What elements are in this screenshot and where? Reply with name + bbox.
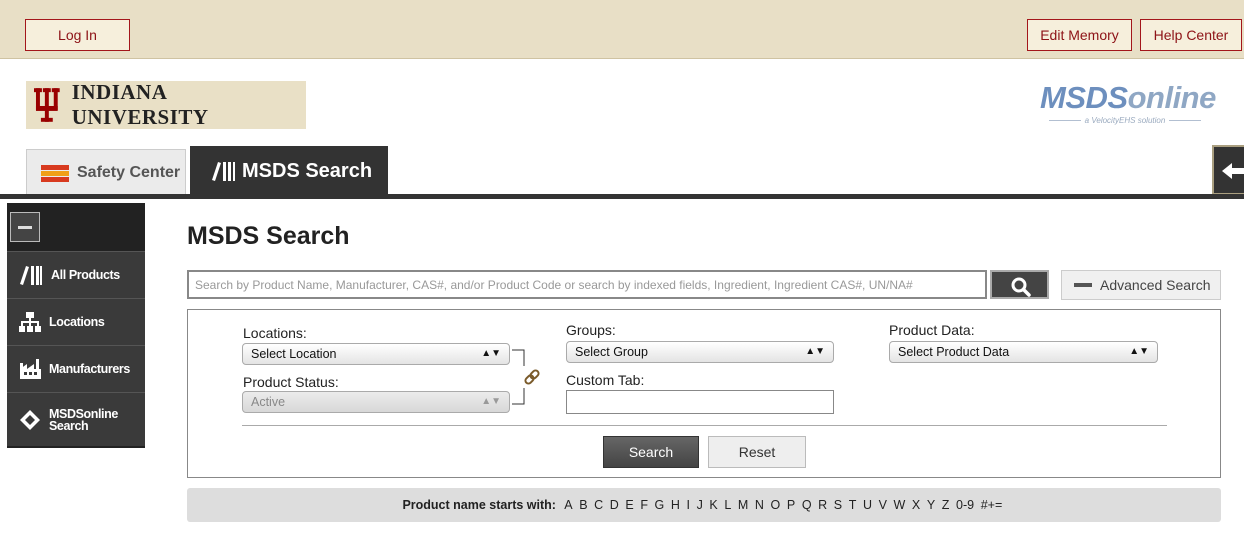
search-submit-button[interactable] bbox=[990, 270, 1049, 299]
select-arrows-icon: ▲▼ bbox=[1129, 346, 1149, 357]
alphabet-letter[interactable]: I bbox=[687, 498, 690, 512]
locations-select-value: Select Location bbox=[251, 347, 337, 361]
alphabet-letter[interactable]: F bbox=[640, 498, 648, 512]
alphabet-letter[interactable]: 0-9 bbox=[956, 498, 974, 512]
select-arrows-icon: ▲▼ bbox=[481, 348, 501, 359]
product-status-select-value: Active bbox=[251, 395, 286, 409]
alphabet-letter[interactable]: O bbox=[771, 498, 781, 512]
advanced-search-button[interactable]: Advanced Search bbox=[1061, 270, 1221, 300]
alphabet-letter[interactable]: D bbox=[610, 498, 619, 512]
product-status-select[interactable]: Active ▲▼ bbox=[242, 391, 510, 413]
sidebar-item-all-products[interactable]: All Products bbox=[7, 251, 145, 298]
product-status-label: Product Status: bbox=[243, 374, 339, 390]
alphabet-letter[interactable]: U bbox=[863, 498, 872, 512]
university-name: INDIANA UNIVERSITY bbox=[71, 80, 209, 129]
arrow-left-icon bbox=[1222, 163, 1244, 179]
filter-search-button[interactable]: Search bbox=[603, 436, 699, 468]
groups-select-value: Select Group bbox=[575, 345, 648, 359]
sidebar-item-msdsonline-search[interactable]: MSDSonline Search bbox=[7, 392, 145, 446]
select-arrows-icon: ▲▼ bbox=[805, 346, 825, 357]
select-arrows-icon: ▲▼ bbox=[481, 396, 501, 407]
alphabet-label: Product name starts with: bbox=[402, 498, 556, 512]
alphabet-filter-bar: Product name starts with: ABCDEFGHIJKLMN… bbox=[187, 488, 1221, 522]
panel-toggle-button[interactable] bbox=[1212, 145, 1244, 195]
alphabet-letter[interactable]: Z bbox=[942, 498, 950, 512]
indiana-university-logo: INDIANA UNIVERSITY bbox=[26, 80, 306, 129]
msdsonline-logo: MSDSonline a VelocityEHS solution bbox=[1040, 80, 1220, 130]
iu-trident-icon bbox=[34, 88, 60, 122]
alphabet-letter[interactable]: T bbox=[849, 498, 857, 512]
sidebar: All Products Locations Manufacturers MSD… bbox=[7, 203, 145, 448]
tab-strip bbox=[0, 194, 1244, 199]
alphabet-letter[interactable]: W bbox=[894, 498, 906, 512]
search-icon bbox=[1011, 277, 1031, 297]
alphabet-letter[interactable]: Q bbox=[802, 498, 812, 512]
msds-logo-suffix: online bbox=[1127, 80, 1217, 115]
tab-msds-search[interactable]: MSDS Search bbox=[190, 146, 388, 196]
alphabet-letter[interactable]: B bbox=[579, 498, 587, 512]
groups-select[interactable]: Select Group ▲▼ bbox=[566, 341, 834, 363]
search-input[interactable] bbox=[187, 270, 987, 299]
help-center-button[interactable]: Help Center bbox=[1140, 19, 1242, 51]
alphabet-letters: A B C D E F G H I J K L M N O P Q R S T U V W X Y Z 0-9 #+= bbox=[561, 498, 1006, 512]
product-data-label: Product Data: bbox=[889, 322, 975, 338]
tab-safety-center-label: Safety Center bbox=[77, 164, 181, 181]
books-icon bbox=[20, 266, 42, 285]
sidebar-item-label: MSDSonline Search bbox=[49, 406, 118, 433]
top-bar: Log In Edit Memory Help Center bbox=[0, 0, 1244, 59]
diamond-icon bbox=[20, 409, 40, 430]
product-data-select-value: Select Product Data bbox=[898, 345, 1010, 359]
alphabet-letter[interactable]: M bbox=[738, 498, 748, 512]
divider bbox=[242, 425, 1167, 426]
factory-icon bbox=[20, 359, 41, 379]
alphabet-letter[interactable]: N bbox=[755, 498, 764, 512]
alphabet-letter[interactable]: R bbox=[818, 498, 827, 512]
flag-icon bbox=[41, 164, 69, 182]
alphabet-letter[interactable]: A bbox=[564, 498, 572, 512]
msds-logo-prefix: MSDS bbox=[1040, 80, 1128, 115]
msds-logo-tagline: a VelocityEHS solution bbox=[1040, 116, 1210, 125]
sidebar-collapse-button[interactable] bbox=[10, 212, 40, 242]
link-bracket-icon bbox=[512, 349, 540, 405]
groups-label: Groups: bbox=[566, 322, 616, 338]
tab-safety-center[interactable]: Safety Center bbox=[26, 149, 186, 196]
alphabet-letter[interactable]: H bbox=[671, 498, 680, 512]
login-button[interactable]: Log In bbox=[25, 19, 130, 51]
alphabet-letter[interactable]: K bbox=[709, 498, 717, 512]
alphabet-letter[interactable]: V bbox=[879, 498, 887, 512]
custom-tab-input[interactable] bbox=[566, 390, 834, 414]
product-data-select[interactable]: Select Product Data ▲▼ bbox=[889, 341, 1158, 363]
alphabet-letter[interactable]: L bbox=[724, 498, 731, 512]
locations-select[interactable]: Select Location ▲▼ bbox=[242, 343, 510, 365]
page-title: MSDS Search bbox=[187, 222, 350, 250]
tab-msds-search-label: MSDS Search bbox=[242, 159, 373, 182]
books-icon bbox=[212, 162, 235, 181]
alphabet-letter[interactable]: J bbox=[697, 498, 703, 512]
alphabet-letter[interactable]: Y bbox=[927, 498, 935, 512]
alphabet-letter[interactable]: S bbox=[834, 498, 842, 512]
filter-panel: Locations: Select Location ▲▼ Product St… bbox=[187, 309, 1221, 478]
alphabet-letter[interactable]: P bbox=[787, 498, 795, 512]
locations-label: Locations: bbox=[243, 325, 307, 341]
sidebar-item-manufacturers[interactable]: Manufacturers bbox=[7, 345, 145, 392]
alphabet-letter[interactable]: #+= bbox=[981, 498, 1003, 512]
alphabet-letter[interactable]: G bbox=[655, 498, 665, 512]
alphabet-letter[interactable]: C bbox=[594, 498, 603, 512]
alphabet-letter[interactable]: X bbox=[912, 498, 920, 512]
sidebar-item-label: Locations bbox=[49, 315, 105, 329]
edit-memory-button[interactable]: Edit Memory bbox=[1027, 19, 1132, 51]
hierarchy-icon bbox=[19, 312, 41, 332]
advanced-search-label: Advanced Search bbox=[1100, 277, 1211, 293]
sidebar-item-label: Manufacturers bbox=[49, 362, 130, 376]
custom-tab-label: Custom Tab: bbox=[566, 372, 645, 388]
sidebar-item-locations[interactable]: Locations bbox=[7, 298, 145, 345]
filter-reset-button[interactable]: Reset bbox=[708, 436, 806, 468]
sidebar-item-label: All Products bbox=[51, 268, 120, 282]
alphabet-letter[interactable]: E bbox=[625, 498, 633, 512]
